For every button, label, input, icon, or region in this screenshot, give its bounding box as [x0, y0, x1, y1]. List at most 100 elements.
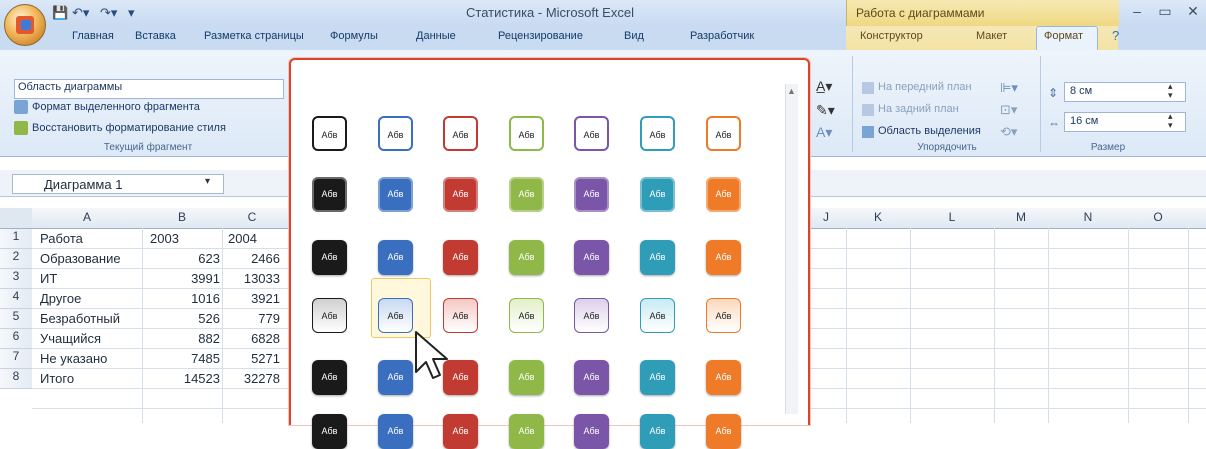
- style-tile[interactable]: Абв: [312, 360, 347, 395]
- tab-view[interactable]: Вид: [624, 30, 644, 42]
- cell-c7[interactable]: 5271: [224, 349, 280, 368]
- bring-forward-button[interactable]: На передний план: [878, 81, 972, 93]
- selection-pane-button[interactable]: Область выделения: [878, 125, 981, 137]
- tab-page-layout[interactable]: Разметка страницы: [204, 30, 304, 42]
- cell-b7[interactable]: 7485: [146, 349, 220, 368]
- name-box-dropdown-icon[interactable]: ▾: [205, 176, 210, 187]
- cell-c6[interactable]: 6828: [224, 329, 280, 348]
- send-backward-button[interactable]: На задний план: [878, 103, 959, 115]
- cell-b3[interactable]: 3991: [146, 269, 220, 288]
- gallery-scrollbar[interactable]: [785, 84, 798, 414]
- column-header-a[interactable]: A: [32, 210, 142, 228]
- tab-formulas[interactable]: Формулы: [330, 30, 378, 42]
- row-header[interactable]: 4: [0, 289, 32, 309]
- align-icon[interactable]: ⊫▾: [1000, 80, 1018, 96]
- save-icon[interactable]: 💾: [52, 5, 68, 21]
- style-tile[interactable]: Абв: [640, 177, 675, 212]
- group-icon[interactable]: ⊡▾: [1000, 102, 1017, 118]
- cell-b6[interactable]: 882: [146, 329, 220, 348]
- style-tile[interactable]: Абв: [312, 414, 347, 449]
- style-tile[interactable]: Абв: [378, 116, 413, 151]
- cell-c4[interactable]: 3921: [224, 289, 280, 308]
- format-selection-button[interactable]: Формат выделенного фрагмента: [32, 101, 200, 113]
- column-header-c[interactable]: C: [222, 210, 282, 228]
- style-tile[interactable]: Абв: [706, 360, 741, 395]
- cell-a3[interactable]: ИТ: [40, 269, 140, 288]
- style-tile[interactable]: Абв: [378, 414, 413, 449]
- style-tile[interactable]: Абв: [443, 298, 478, 333]
- style-tile[interactable]: Абв: [640, 298, 675, 333]
- select-all-corner[interactable]: [0, 208, 32, 228]
- help-icon[interactable]: ?: [1112, 28, 1119, 43]
- row-header[interactable]: 1: [0, 229, 32, 249]
- row-header[interactable]: 8: [0, 369, 32, 389]
- row-header[interactable]: 3: [0, 269, 32, 289]
- cell-b2[interactable]: 623: [146, 249, 220, 268]
- office-button[interactable]: [4, 4, 46, 46]
- style-tile[interactable]: Абв: [640, 414, 675, 449]
- style-tile[interactable]: Абв: [509, 360, 544, 395]
- column-header-o[interactable]: O: [1128, 210, 1188, 228]
- height-spinner-icon[interactable]: ▴ ▾: [1168, 82, 1173, 100]
- tab-layout[interactable]: Макет: [976, 30, 1007, 42]
- undo-icon[interactable]: ↶▾: [72, 5, 89, 21]
- cell-a8[interactable]: Итого: [40, 369, 140, 388]
- cell-b4[interactable]: 1016: [146, 289, 220, 308]
- style-tile[interactable]: Абв: [312, 240, 347, 275]
- style-tile[interactable]: Абв: [574, 298, 609, 333]
- style-tile[interactable]: Абв: [443, 177, 478, 212]
- style-tile[interactable]: Абв: [443, 414, 478, 449]
- tab-data[interactable]: Данные: [416, 30, 456, 42]
- cell-a7[interactable]: Не указано: [40, 349, 140, 368]
- column-header-j[interactable]: J: [806, 210, 846, 228]
- rotate-icon[interactable]: ⟲▾: [1000, 124, 1017, 140]
- cell-b8[interactable]: 14523: [146, 369, 220, 388]
- width-spinner-icon[interactable]: ▴ ▾: [1168, 112, 1173, 130]
- column-header-k[interactable]: K: [846, 210, 910, 228]
- cell-a6[interactable]: Учащийся: [40, 329, 140, 348]
- style-tile[interactable]: Абв: [706, 240, 741, 275]
- close-icon[interactable]: ✕: [1180, 3, 1206, 21]
- cell-a2[interactable]: Образование: [40, 249, 140, 268]
- style-tile[interactable]: Абв: [312, 177, 347, 212]
- style-tile[interactable]: Абв: [378, 298, 413, 333]
- cell-c8[interactable]: 32278: [224, 369, 280, 388]
- cell-a1[interactable]: Работа: [40, 229, 140, 248]
- cell-c1[interactable]: 2004: [228, 229, 280, 248]
- style-tile[interactable]: Абв: [574, 414, 609, 449]
- minimize-icon[interactable]: –: [1124, 3, 1150, 21]
- column-header-l[interactable]: L: [910, 210, 994, 228]
- tab-design[interactable]: Конструктор: [860, 30, 923, 42]
- tab-insert[interactable]: Вставка: [135, 30, 176, 42]
- style-tile[interactable]: Абв: [378, 177, 413, 212]
- style-tile[interactable]: Абв: [443, 116, 478, 151]
- style-tile[interactable]: Абв: [509, 177, 544, 212]
- qat-customize-icon[interactable]: ▾: [128, 5, 135, 21]
- style-tile[interactable]: Абв: [574, 177, 609, 212]
- style-tile[interactable]: Абв: [640, 240, 675, 275]
- style-tile[interactable]: Абв: [574, 116, 609, 151]
- style-tile[interactable]: Абв: [574, 360, 609, 395]
- tab-developer[interactable]: Разработчик: [690, 30, 754, 42]
- style-tile[interactable]: Абв: [312, 298, 347, 333]
- text-outline-icon[interactable]: ✎▾: [816, 102, 835, 119]
- text-effects-icon[interactable]: A▾: [816, 124, 832, 141]
- column-header-n[interactable]: N: [1048, 210, 1128, 228]
- row-header[interactable]: 6: [0, 329, 32, 349]
- maximize-icon[interactable]: ▭: [1152, 3, 1178, 21]
- style-tile[interactable]: Абв: [706, 177, 741, 212]
- reset-style-button[interactable]: Восстановить форматирование стиля: [32, 122, 226, 134]
- style-tile[interactable]: Абв: [706, 298, 741, 333]
- redo-icon[interactable]: ↷▾: [100, 5, 117, 21]
- cell-b1[interactable]: 2003: [150, 229, 220, 248]
- cell-c3[interactable]: 13033: [224, 269, 280, 288]
- column-header-m[interactable]: M: [994, 210, 1048, 228]
- style-tile[interactable]: Абв: [640, 360, 675, 395]
- style-tile[interactable]: Абв: [509, 414, 544, 449]
- tab-format[interactable]: Формат: [1044, 30, 1083, 42]
- cell-c5[interactable]: 779: [224, 309, 280, 328]
- style-tile[interactable]: Абв: [574, 240, 609, 275]
- style-tile[interactable]: Абв: [640, 116, 675, 151]
- style-tile[interactable]: Абв: [509, 116, 544, 151]
- style-tile[interactable]: Абв: [378, 360, 413, 395]
